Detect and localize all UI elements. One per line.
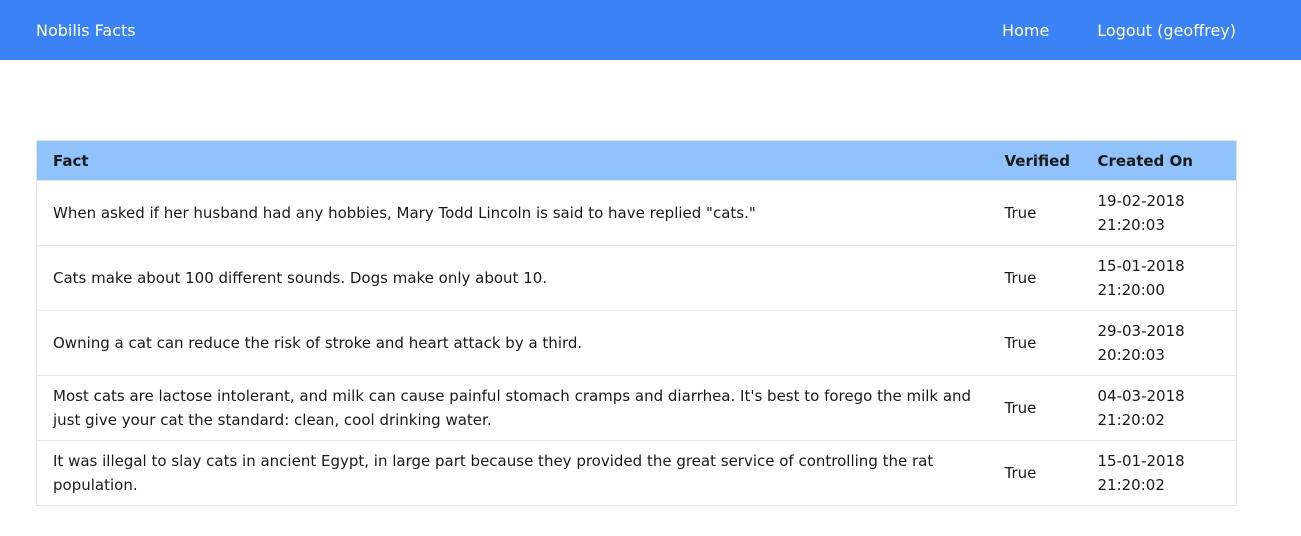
verified-cell: True <box>988 245 1082 311</box>
created-time: 21:20:02 <box>1097 411 1165 429</box>
table-row: When asked if her husband had any hobbie… <box>36 180 1237 246</box>
top-navbar: Nobilis Facts Home Logout (geoffrey) <box>0 0 1301 60</box>
created-time: 20:20:03 <box>1097 346 1165 364</box>
fact-cell: When asked if her husband had any hobbie… <box>36 180 989 246</box>
created-on-cell: 19-02-2018 21:20:03 <box>1081 180 1237 246</box>
table-body: When asked if her husband had any hobbie… <box>36 180 1237 506</box>
facts-table: Fact Verified Created On When asked if h… <box>36 140 1237 506</box>
table-row: It was illegal to slay cats in ancient E… <box>36 440 1237 506</box>
created-date: 15-01-2018 <box>1097 452 1185 470</box>
table-row: Most cats are lactose intolerant, and mi… <box>36 375 1237 441</box>
fact-cell: Most cats are lactose intolerant, and mi… <box>36 375 989 441</box>
created-on-cell: 15-01-2018 21:20:00 <box>1081 245 1237 311</box>
created-time: 21:20:02 <box>1097 476 1165 494</box>
created-time: 21:20:00 <box>1097 281 1165 299</box>
created-date: 15-01-2018 <box>1097 257 1185 275</box>
created-on-cell: 15-01-2018 21:20:02 <box>1081 440 1237 506</box>
column-header-fact: Fact <box>53 151 89 170</box>
created-on-cell: 04-03-2018 21:20:02 <box>1081 375 1237 441</box>
nav-logout-link[interactable]: Logout (geoffrey) <box>1097 21 1236 40</box>
nav-home-link[interactable]: Home <box>1002 21 1049 40</box>
fact-cell: Owning a cat can reduce the risk of stro… <box>36 310 989 376</box>
fact-cell: Cats make about 100 different sounds. Do… <box>36 245 989 311</box>
created-date: 04-03-2018 <box>1097 387 1185 405</box>
created-date: 19-02-2018 <box>1097 192 1185 210</box>
fact-cell: It was illegal to slay cats in ancient E… <box>36 440 989 506</box>
column-header-verified: Verified <box>1004 151 1071 170</box>
verified-cell: True <box>988 440 1082 506</box>
table-header: Fact Verified Created On <box>36 140 1237 181</box>
verified-cell: True <box>988 375 1082 441</box>
brand-link[interactable]: Nobilis Facts <box>36 21 136 40</box>
created-date: 29-03-2018 <box>1097 322 1185 340</box>
main-content: Fact Verified Created On When asked if h… <box>0 60 1301 506</box>
verified-cell: True <box>988 310 1082 376</box>
verified-cell: True <box>988 180 1082 246</box>
table-header-row: Fact Verified Created On <box>36 140 1237 181</box>
table-row: Owning a cat can reduce the risk of stro… <box>36 310 1237 376</box>
column-header-created-on: Created On <box>1097 151 1193 170</box>
created-time: 21:20:03 <box>1097 216 1165 234</box>
created-on-cell: 29-03-2018 20:20:03 <box>1081 310 1237 376</box>
nav-links: Home Logout (geoffrey) <box>1002 21 1265 40</box>
table-row: Cats make about 100 different sounds. Do… <box>36 245 1237 311</box>
